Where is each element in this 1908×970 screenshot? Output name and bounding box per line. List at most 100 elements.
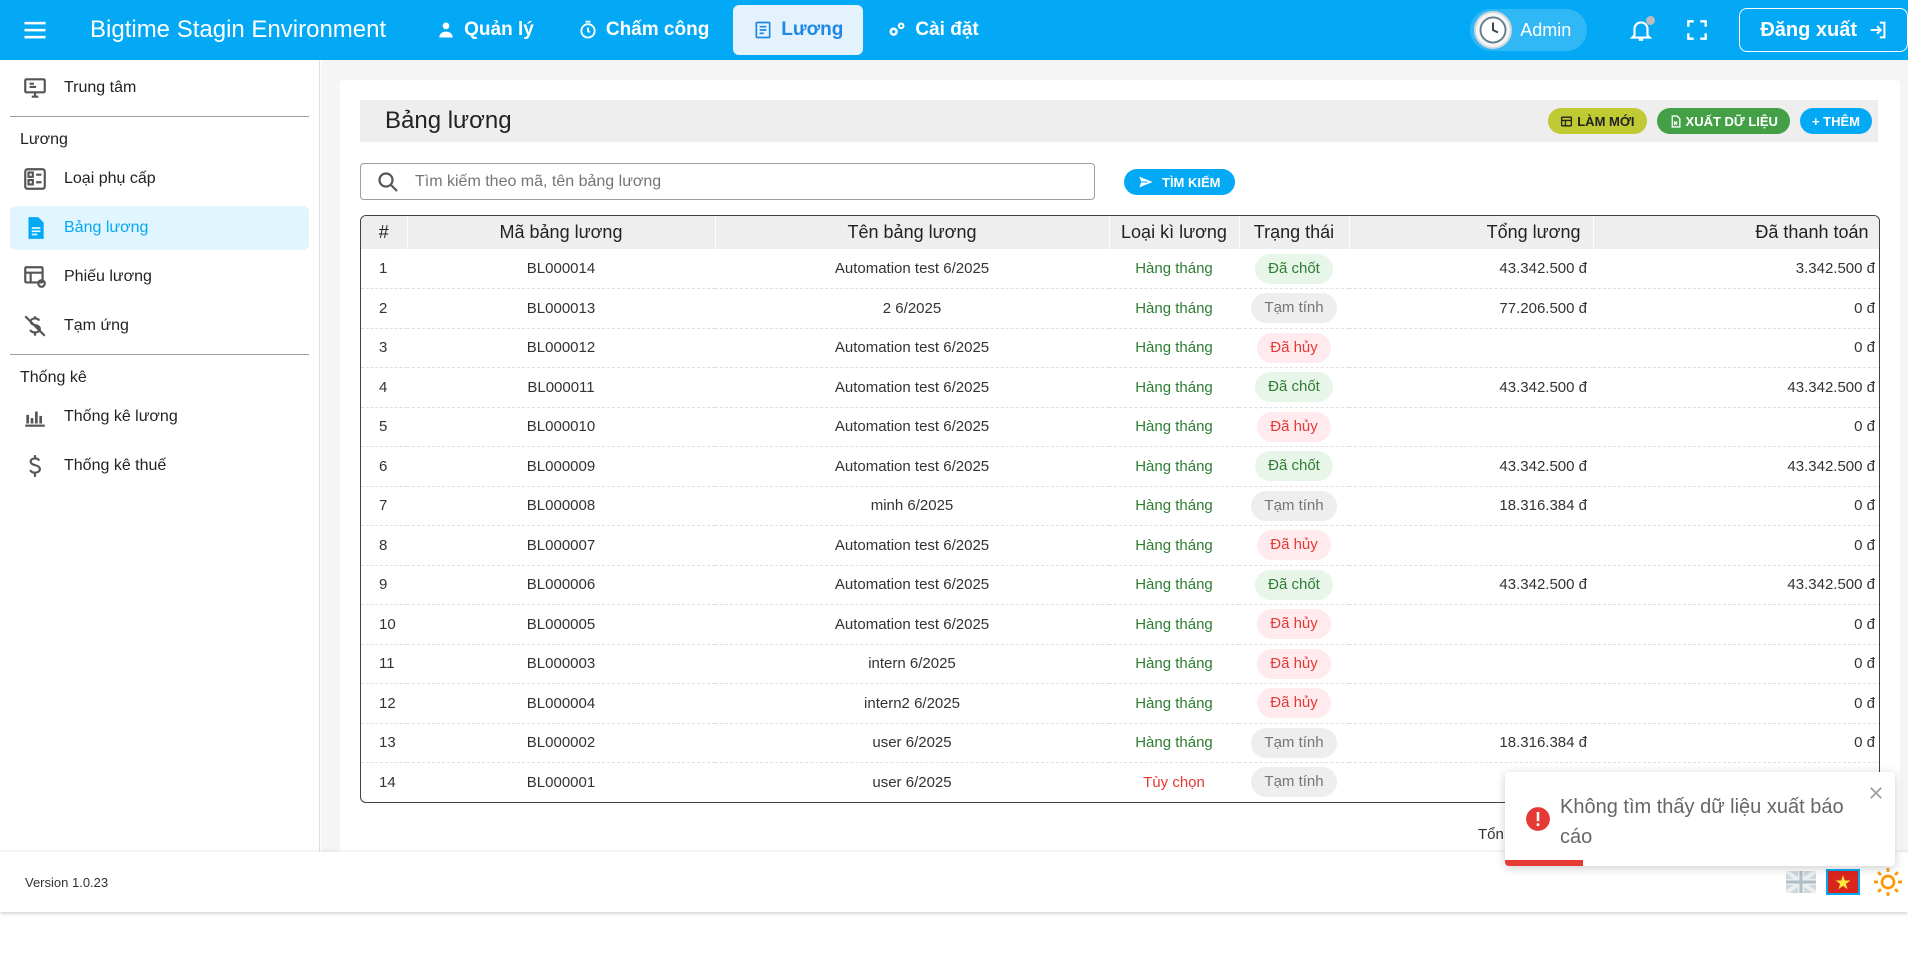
table-row[interactable]: 3 BL000012 Automation test 6/2025 Hàng thán… <box>361 328 1879 368</box>
cell-paid: 0 đ <box>1593 604 1879 645</box>
cell-period-type: Hàng tháng <box>1109 723 1239 763</box>
status-badge: Tạm tính <box>1251 727 1337 758</box>
cell-index: 1 <box>361 249 407 289</box>
sidebar-item-phieu-luong[interactable]: Phiếu lương <box>10 255 309 299</box>
sidebar-item-label: Tạm ứng <box>64 317 129 334</box>
document-icon <box>28 217 44 239</box>
cell-name: Automation test 6/2025 <box>715 604 1109 645</box>
cell-period-type: Hàng tháng <box>1109 446 1239 487</box>
table-row[interactable]: 6 BL000009 Automation test 6/2025 Hàng thán… <box>361 446 1879 487</box>
theme-toggle-button[interactable] <box>1868 862 1908 902</box>
export-button[interactable]: XUẤT DỮ LIỆU <box>1656 108 1790 134</box>
close-icon[interactable] <box>1867 784 1885 802</box>
nav-item-luong[interactable]: Lương <box>733 5 864 55</box>
cell-paid: 0 đ <box>1593 683 1879 724</box>
table-row[interactable]: 7 BL000008 minh 6/2025 Hàng tháng Tạm tính 18… <box>361 486 1879 526</box>
fullscreen-button[interactable] <box>1669 2 1725 58</box>
cell-total: 77.206.500 đ <box>1349 288 1593 329</box>
page-title: Bảng lương <box>385 107 512 134</box>
clock-icon <box>1479 16 1507 44</box>
footer-controls <box>1784 862 1908 902</box>
user-manage-icon <box>439 22 453 38</box>
status-badge: Đã hủy <box>1257 411 1331 442</box>
menu-toggle-button[interactable] <box>0 0 70 60</box>
table-body: 1 BL000014 Automation test 6/2025 Hàng thán… <box>361 249 1879 802</box>
stopwatch-icon <box>580 20 596 39</box>
col-header-name[interactable]: Tên bảng lương <box>715 216 1110 249</box>
cell-total: 43.342.500 đ <box>1349 446 1593 487</box>
cell-status: Tạm tính <box>1239 486 1349 526</box>
search-button-label: TÌM KIẾM <box>1162 174 1221 190</box>
refresh-table-icon <box>1561 116 1573 126</box>
sidebar-item-thong-ke-thue[interactable]: Thống kê thuế <box>10 444 309 488</box>
logout-label: Đăng xuất <box>1760 18 1857 41</box>
table-row[interactable]: 4 BL000011 Automation test 6/2025 Hàng thán… <box>361 367 1879 408</box>
sidebar-item-tam-ung[interactable]: Tạm ứng <box>10 304 309 348</box>
table-row[interactable]: 9 BL000006 Automation test 6/2025 Hàng thán… <box>361 565 1879 605</box>
cell-name: Automation test 6/2025 <box>715 328 1109 368</box>
nav-item-cham-cong[interactable]: Chấm công <box>558 5 729 55</box>
cell-total <box>1349 683 1593 724</box>
sidebar-item-trung-tam[interactable]: Trung tâm <box>10 66 309 110</box>
table-row[interactable]: 1 BL000014 Automation test 6/2025 Hàng thán… <box>361 249 1879 289</box>
cell-code: BL000006 <box>407 565 715 605</box>
sidebar-item-bang-luong[interactable]: Bảng lương <box>10 206 309 250</box>
sidebar-item-loai-phu-cap[interactable]: Loại phụ cấp <box>10 157 309 201</box>
cell-index: 9 <box>361 565 407 605</box>
language-vi-button[interactable] <box>1826 869 1860 895</box>
cell-paid: 0 đ <box>1593 328 1879 368</box>
cell-period-type: Hàng tháng <box>1109 565 1239 605</box>
add-button[interactable]: + THÊM <box>1799 108 1872 134</box>
user-menu[interactable]: Admin <box>1470 9 1588 51</box>
nav-item-label: Quản lý <box>464 19 534 40</box>
cell-code: BL000002 <box>407 723 715 763</box>
table-row[interactable]: 8 BL000007 Automation test 6/2025 Hàng thán… <box>361 525 1879 566</box>
col-header-index[interactable]: # <box>361 216 408 249</box>
sun-icon <box>1874 868 1902 896</box>
notifications-button[interactable] <box>1613 2 1669 58</box>
cell-code: BL000011 <box>407 367 715 408</box>
language-en-button[interactable] <box>1784 869 1818 895</box>
cell-total <box>1349 328 1593 368</box>
nav-item-quan-ly[interactable]: Quản lý <box>416 5 554 55</box>
refresh-button[interactable]: LÀM MỚI <box>1548 108 1647 134</box>
cell-code: BL000008 <box>407 486 715 526</box>
table-row[interactable]: 13 BL000002 user 6/2025 Hàng tháng Tạm tính 1… <box>361 723 1879 763</box>
add-label: + THÊM <box>1811 113 1860 129</box>
table-row[interactable]: 2 BL000013 2 6/2025 Hàng tháng Tạm tính 77.20… <box>361 288 1879 329</box>
cell-index: 8 <box>361 525 407 566</box>
col-header-total[interactable]: Tổng lương <box>1349 216 1594 249</box>
search-field[interactable] <box>360 163 1095 200</box>
cell-paid: 43.342.500 đ <box>1593 446 1879 487</box>
gears-icon <box>889 22 905 36</box>
cell-status: Đã hủy <box>1239 644 1349 684</box>
cell-name: user 6/2025 <box>715 723 1109 763</box>
search-icon <box>378 171 398 192</box>
cell-name: intern2 6/2025 <box>715 683 1109 724</box>
monitor-icon <box>24 78 46 98</box>
table-row[interactable]: 10 BL000005 Automation test 6/2025 Hàng thá… <box>361 604 1879 645</box>
cell-name: 2 6/2025 <box>715 288 1109 329</box>
nav-item-label: Cài đặt <box>915 19 979 40</box>
cell-paid: 0 đ <box>1593 644 1879 684</box>
money-off-icon <box>24 315 46 337</box>
col-header-status[interactable]: Trạng thái <box>1239 216 1350 249</box>
logout-button[interactable]: Đăng xuất <box>1739 8 1908 52</box>
col-header-period-type[interactable]: Loại kì lương <box>1109 216 1240 249</box>
total-summary: Tổn <box>1478 826 1504 843</box>
cell-paid: 0 đ <box>1593 288 1879 329</box>
cell-name: user 6/2025 <box>715 762 1109 802</box>
col-header-code[interactable]: Mã bảng lương <box>407 216 716 249</box>
table-row[interactable]: 11 BL000003 intern 6/2025 Hàng tháng Đã hủy 0… <box>361 644 1879 684</box>
cell-index: 11 <box>361 644 407 684</box>
cell-paid: 3.342.500 đ <box>1593 249 1879 289</box>
cell-period-type: Hàng tháng <box>1109 683 1239 724</box>
search-input[interactable] <box>415 172 1075 191</box>
table-row[interactable]: 5 BL000010 Automation test 6/2025 Hàng thán… <box>361 407 1879 447</box>
table-row[interactable]: 12 BL000004 intern2 6/2025 Hàng tháng Đã hủy… <box>361 683 1879 724</box>
search-button[interactable]: TÌM KIẾM <box>1124 169 1235 195</box>
sidebar-item-thong-ke-luong[interactable]: Thống kê lương <box>10 395 309 439</box>
col-header-paid[interactable]: Đã thanh toán <box>1593 216 1879 249</box>
status-badge: Đã hủy <box>1257 688 1331 719</box>
nav-item-cai-dat[interactable]: Cài đặt <box>867 5 998 55</box>
